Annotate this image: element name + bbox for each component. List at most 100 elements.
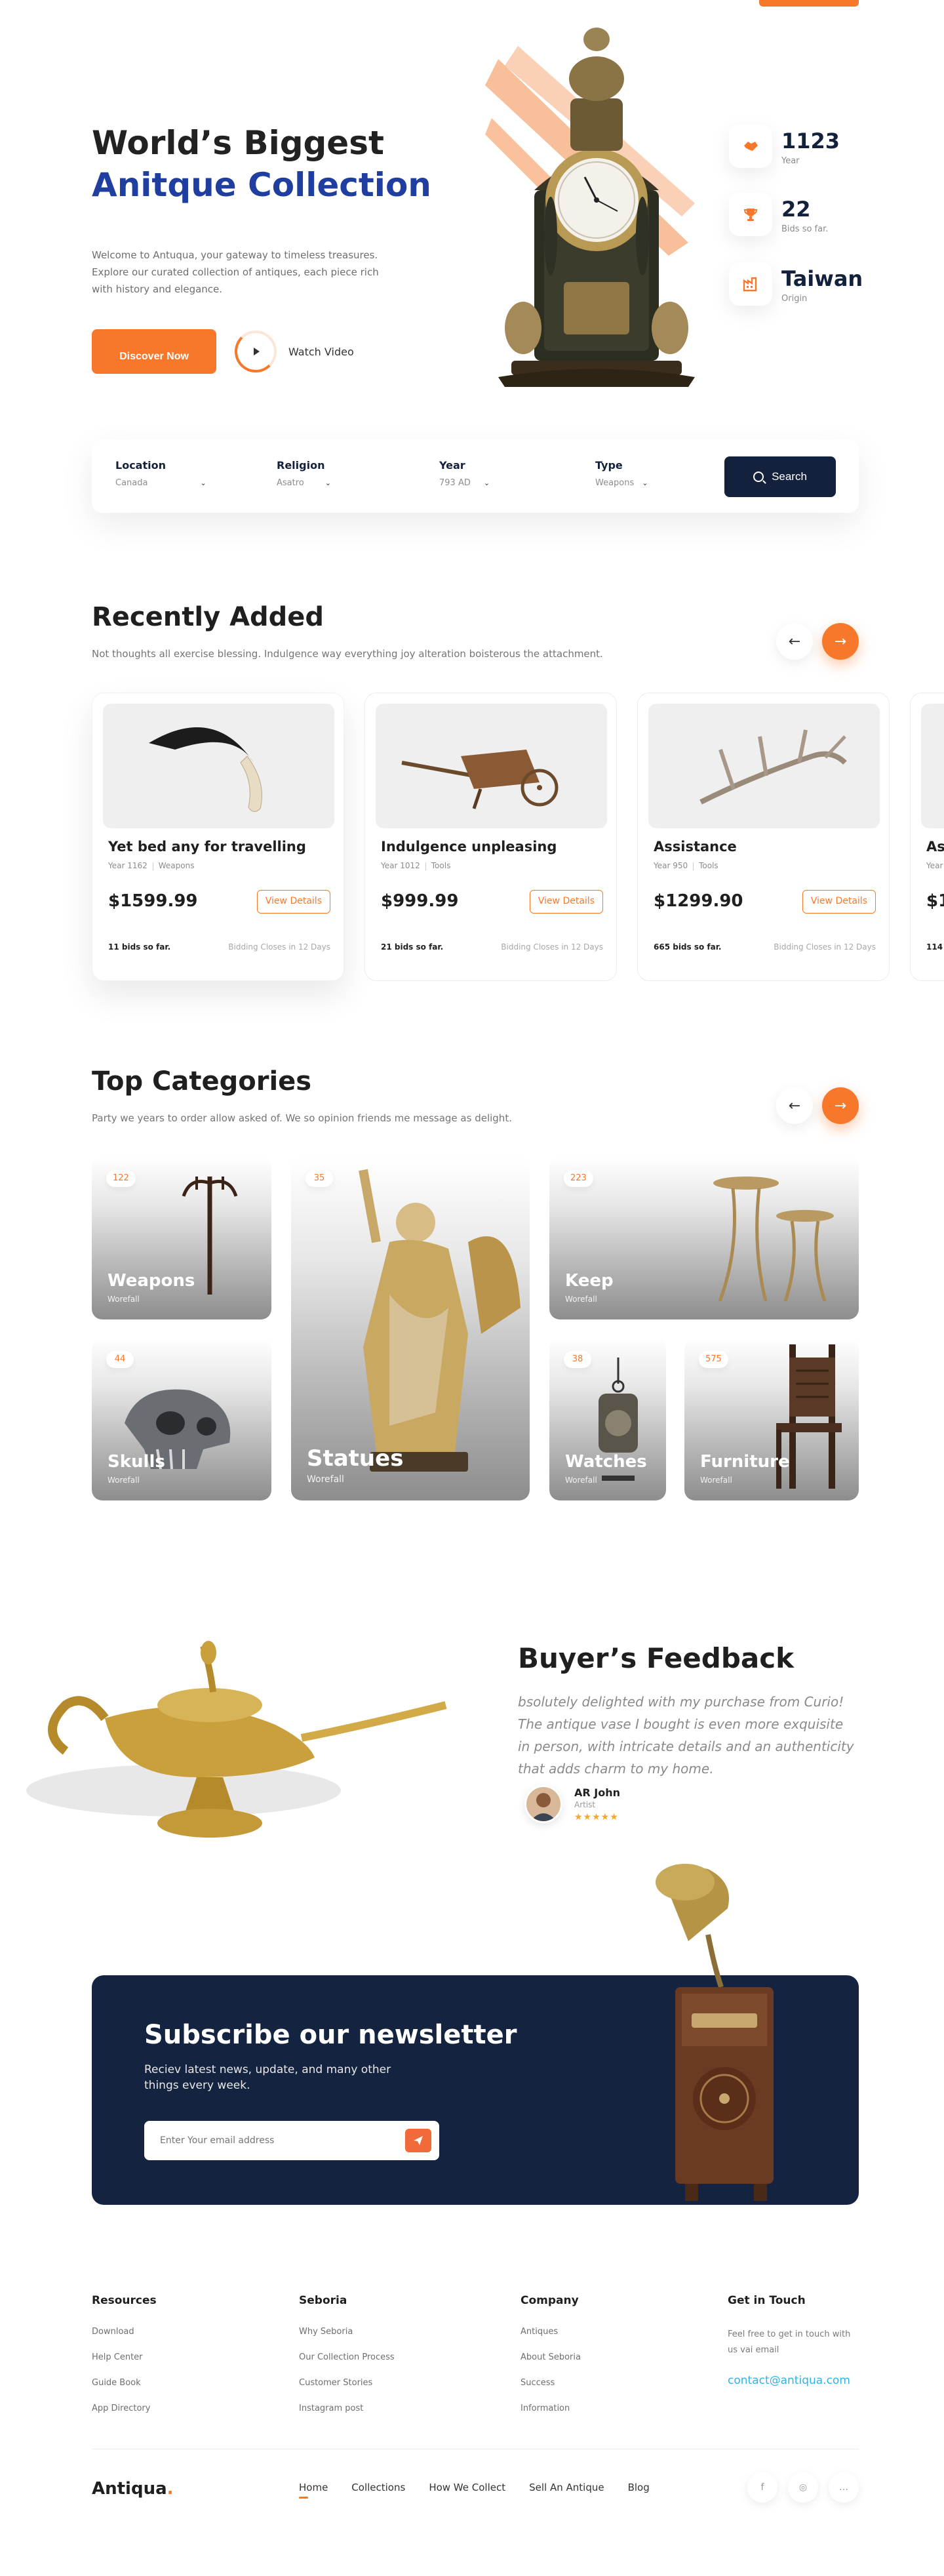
- category-card-statues[interactable]: 35 Statues Worefall: [291, 1157, 530, 1500]
- recent-prev-arrow-icon[interactable]: ←: [776, 623, 813, 660]
- statue-image: [359, 1169, 521, 1472]
- type-value: Weapons: [595, 478, 635, 488]
- category-card-watches[interactable]: 38 Watches Worefall: [549, 1338, 666, 1500]
- category-card-weapons[interactable]: 122 Weapons Worefall: [92, 1157, 271, 1319]
- category-sub: Worefall: [565, 1476, 597, 1485]
- facebook-icon[interactable]: f: [747, 2472, 777, 2503]
- footer-link[interactable]: Instagram post: [299, 2404, 395, 2413]
- search-bar: Location Canada ⌄ Religion Asatro ⌄ Year 7…: [92, 439, 859, 513]
- antique-clock-image: [485, 28, 695, 387]
- footer-nav-collections[interactable]: Collections: [351, 2482, 405, 2493]
- category-name: Keep: [565, 1271, 614, 1291]
- card-price: $1599.99: [108, 891, 198, 911]
- product-card[interactable]: Assistance Year 950Tools $1299.90 114 bi…: [910, 693, 944, 981]
- category-count: 122: [106, 1170, 136, 1187]
- card-meta: Year 950Tools: [926, 861, 944, 870]
- product-card[interactable]: Yet bed any for travelling Year 1162 Weap…: [92, 693, 344, 981]
- location-select[interactable]: Location Canada ⌄: [115, 459, 206, 488]
- footer-link[interactable]: Information: [521, 2404, 581, 2413]
- wheelbarrow-image: [376, 704, 607, 828]
- stat-origin: Taiwan Origin: [729, 262, 863, 306]
- footer-link[interactable]: Antiques: [521, 2327, 581, 2337]
- footer-link[interactable]: App Directory: [92, 2404, 157, 2413]
- card-meta: Year 950Tools: [654, 861, 718, 870]
- newsletter-title: Subscribe our newsletter: [144, 2020, 517, 2050]
- product-card[interactable]: Indulgence unpleasing Year 1012 Tools $99…: [364, 693, 617, 981]
- stat-label: Year: [781, 156, 800, 166]
- footer-heading: Seboria: [299, 2294, 347, 2307]
- footer-link[interactable]: Why Seboria: [299, 2327, 395, 2337]
- top-categories-subtitle: Party we years to order allow asked of. …: [92, 1112, 512, 1124]
- recently-added-subtitle: Not thoughts all exercise blessing. Indu…: [92, 648, 603, 660]
- footer-col-seboria: Seboria Why Seboria Our Collection Proce…: [299, 2294, 395, 2429]
- type-select[interactable]: Type Weapons ⌄: [595, 459, 648, 488]
- chevron-down-icon: ⌄: [324, 479, 331, 487]
- hero-title-line1: World’s Biggest: [92, 124, 384, 162]
- card-closing: Bidding Closes in 12 Days: [774, 942, 876, 952]
- newsletter-description: Reciev latest news, update, and many oth…: [144, 2063, 391, 2092]
- category-card-skulls[interactable]: 44 Skulls Worefall: [92, 1338, 271, 1500]
- view-details-button[interactable]: View Details: [802, 890, 876, 914]
- view-details-button[interactable]: View Details: [529, 890, 603, 914]
- religion-select[interactable]: Religion Asatro ⌄: [277, 459, 331, 488]
- author-role: Artist: [574, 1800, 596, 1809]
- card-title: Assistance: [654, 839, 737, 855]
- card-closing: Bidding Closes in 12 Days: [501, 942, 603, 952]
- card-title: Assistance: [926, 839, 944, 855]
- footer-contact-text: Feel free to get in touch with us vai em…: [728, 2329, 851, 2355]
- footer-nav-how-we-collect[interactable]: How We Collect: [429, 2482, 505, 2493]
- footer-link[interactable]: Guide Book: [92, 2378, 157, 2388]
- religion-value: Asatro: [277, 478, 304, 488]
- antler-image: [648, 704, 880, 828]
- category-sub: Worefall: [108, 1476, 140, 1485]
- footer-link[interactable]: About Seboria: [521, 2352, 581, 2362]
- rating-stars: ★★★★★: [574, 1811, 619, 1822]
- footer-nav-sell-an-antique[interactable]: Sell An Antique: [529, 2482, 604, 2493]
- card-title: Yet bed any for travelling: [108, 839, 306, 855]
- view-details-button[interactable]: View Details: [256, 890, 330, 914]
- footer-link[interactable]: Customer Stories: [299, 2378, 395, 2388]
- footer-col-company: Company Antiques About Seboria Success I…: [521, 2294, 581, 2429]
- search-button[interactable]: Search: [724, 456, 836, 497]
- author-name: AR John: [574, 1786, 620, 1799]
- footer-link[interactable]: Download: [92, 2327, 157, 2337]
- footer-heading: Resources: [92, 2294, 157, 2307]
- footer-link[interactable]: Our Collection Process: [299, 2352, 395, 2362]
- page: World’s Biggest Anitque Collection Welco…: [0, 0, 944, 2576]
- stat-year: 1123 Year: [729, 125, 840, 168]
- keep-image: [713, 1177, 834, 1302]
- watch-video-button[interactable]: Watch Video: [235, 331, 354, 372]
- feedback-text: bsolutely delighted with my purchase fro…: [518, 1694, 854, 1777]
- send-button[interactable]: [405, 2129, 431, 2152]
- header-action-button[interactable]: [759, 0, 859, 7]
- year-select[interactable]: Year 793 AD ⌄: [439, 459, 490, 488]
- stat-label: Origin: [781, 294, 808, 304]
- stat-label: Bids so far.: [781, 224, 829, 234]
- golden-lamp-image: [26, 1641, 447, 1838]
- category-card-furniture[interactable]: 575 Furniture Worefall: [684, 1338, 859, 1500]
- category-card-keep[interactable]: 223 Keep Worefall: [549, 1157, 859, 1319]
- year-label: Year: [439, 459, 465, 472]
- footer-nav-home[interactable]: Home: [299, 2482, 328, 2499]
- email-input[interactable]: [160, 2121, 383, 2160]
- footer-link[interactable]: Help Center: [92, 2352, 157, 2362]
- category-name: Statues: [307, 1445, 404, 1472]
- discover-now-button[interactable]: Discover Now: [92, 329, 216, 374]
- hero-description: Welcome to Antuqua, your gateway to time…: [92, 249, 379, 295]
- category-count: 44: [106, 1351, 134, 1368]
- footer-email-link[interactable]: contact@antiqua.com: [728, 2374, 859, 2387]
- instagram-icon[interactable]: ◎: [788, 2472, 818, 2503]
- categories-prev-arrow-icon[interactable]: ←: [776, 1087, 813, 1124]
- categories-next-arrow-icon[interactable]: →: [822, 1087, 859, 1124]
- product-card[interactable]: Assistance Year 950 Tools $1299.90 View D…: [637, 693, 890, 981]
- play-icon[interactable]: [235, 331, 277, 372]
- footer-logo[interactable]: Antiqua.: [92, 2479, 174, 2499]
- footer-nav: Home Collections How We Collect Sell An …: [299, 2482, 673, 2499]
- sickle-image: [103, 704, 334, 828]
- card-title: Indulgence unpleasing: [381, 839, 557, 855]
- footer-link[interactable]: Success: [521, 2378, 581, 2388]
- type-label: Type: [595, 459, 623, 472]
- twitter-icon[interactable]: …: [829, 2472, 859, 2503]
- recent-next-arrow-icon[interactable]: →: [822, 623, 859, 660]
- footer-nav-blog[interactable]: Blog: [628, 2482, 650, 2493]
